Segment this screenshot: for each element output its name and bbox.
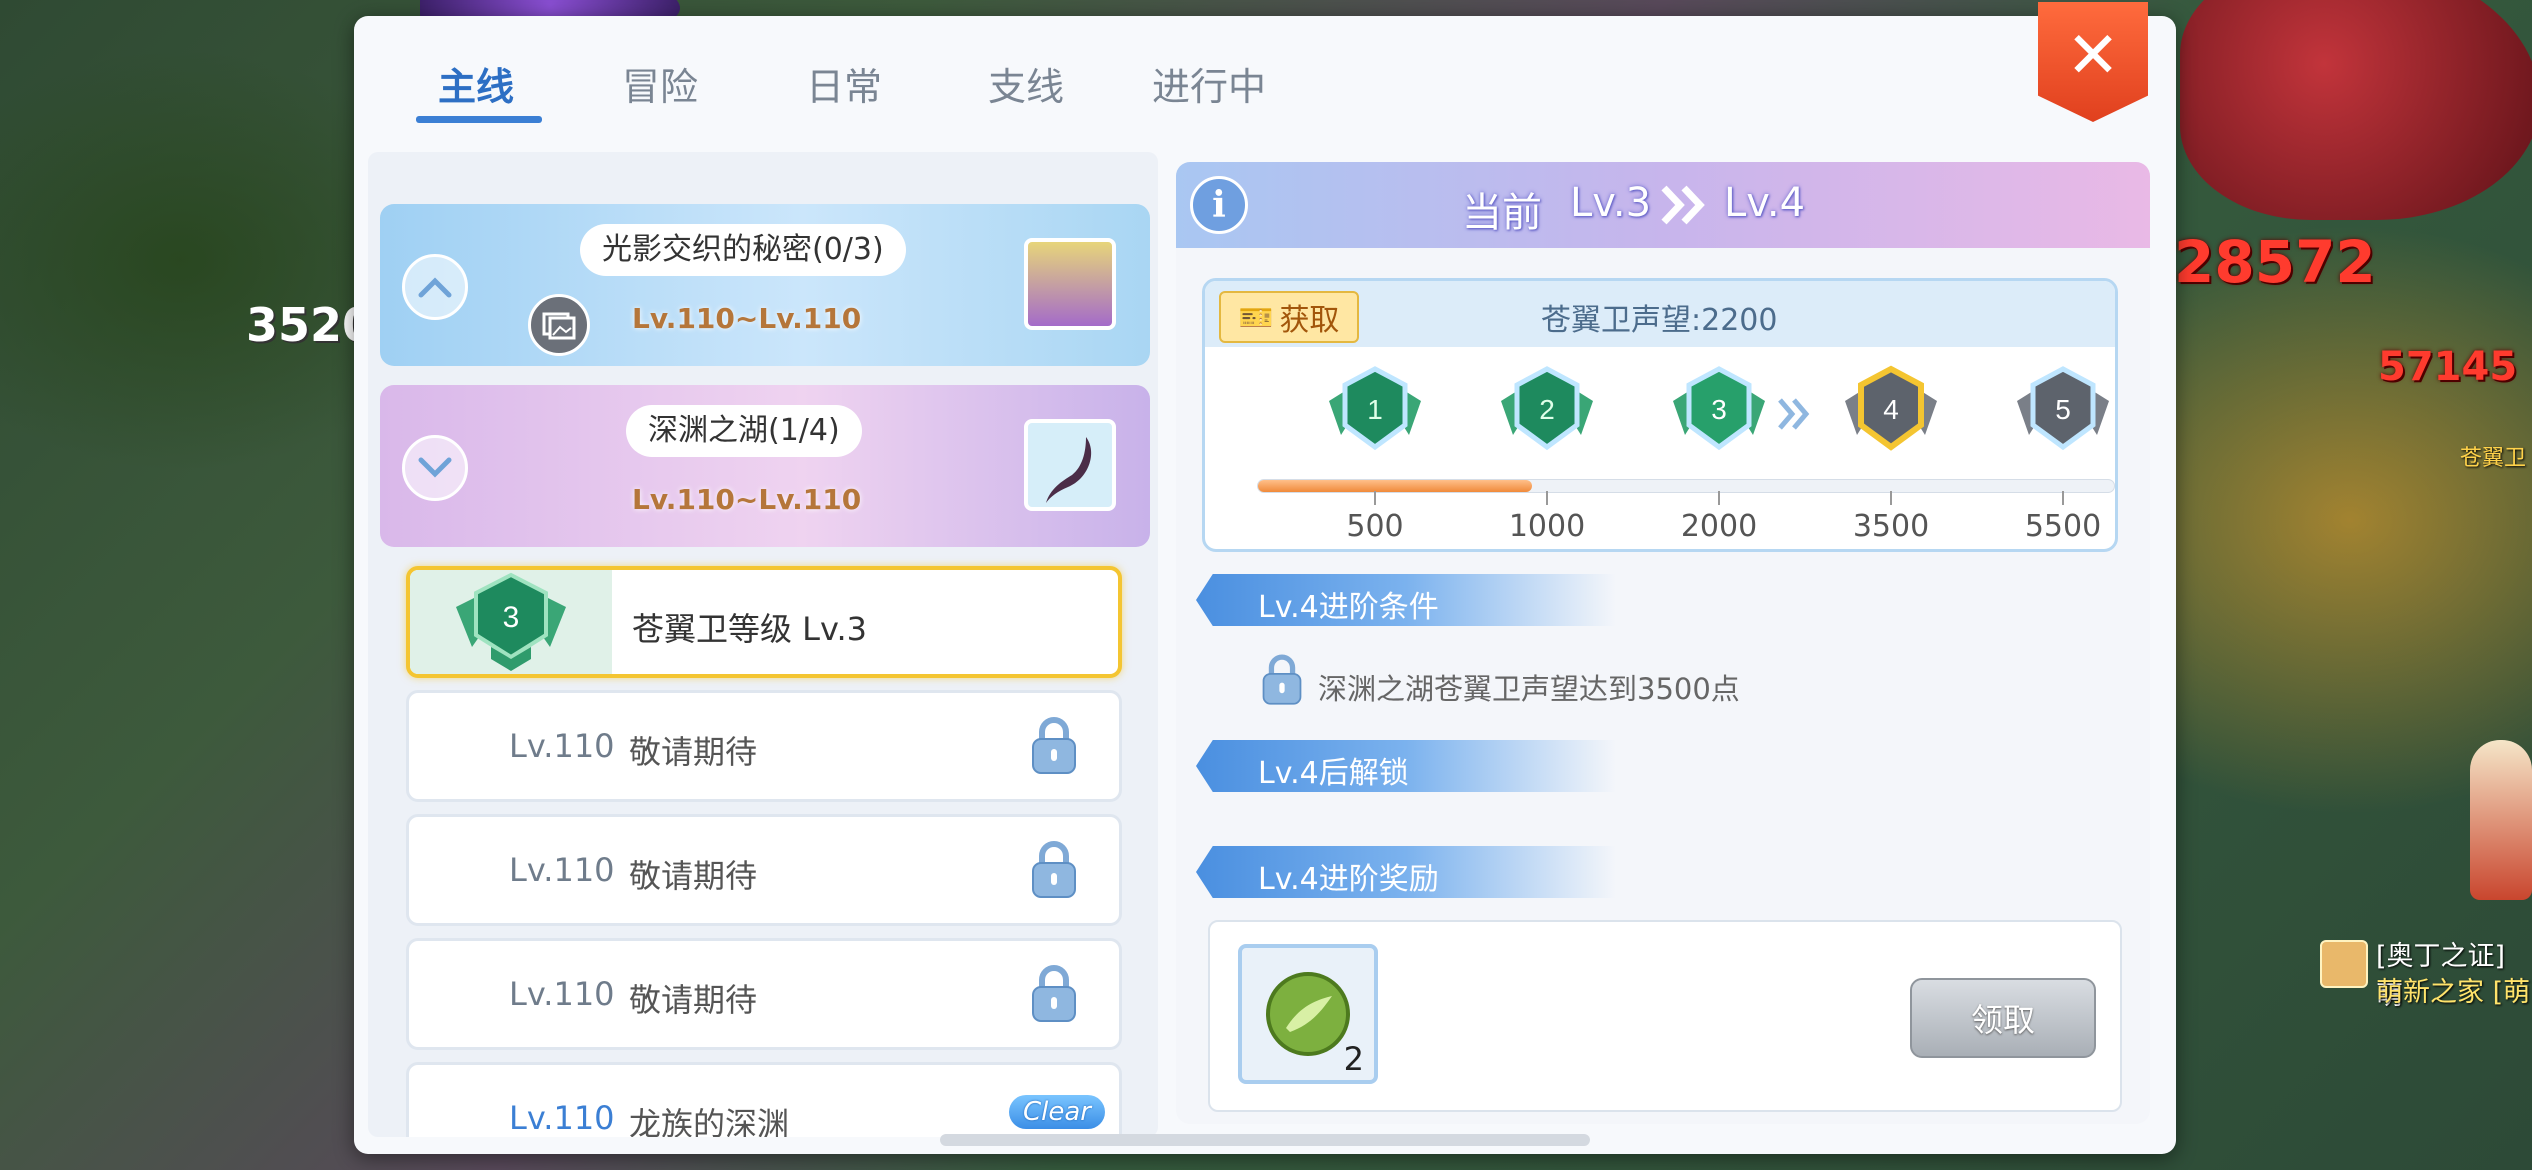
- unlock-section-header: Lv.4后解锁: [1196, 740, 1616, 792]
- quest-name: 敬请期待: [629, 857, 758, 895]
- reward-panel: 2 领取: [1208, 920, 2122, 1112]
- chevron-down-icon[interactable]: [402, 435, 468, 501]
- lock-icon: [1260, 652, 1304, 712]
- tick: [1374, 491, 1376, 505]
- tick: [1546, 491, 1548, 505]
- quest-name: 敬请期待: [629, 981, 758, 1019]
- quest-row-locked[interactable]: Lv.110 敬请期待: [406, 938, 1122, 1050]
- double-chevron-icon: [1660, 184, 1710, 230]
- reputation-progress-bar: [1257, 479, 2115, 493]
- leaf-orb-icon: [1266, 972, 1350, 1056]
- reward-item-slot[interactable]: 2: [1238, 944, 1378, 1084]
- quest-level: Lv.110: [509, 727, 615, 765]
- rank-5-icon[interactable]: 5: [2011, 361, 2115, 471]
- damage-number-big: 28572: [2174, 228, 2376, 296]
- tab-main[interactable]: 主线: [438, 56, 514, 111]
- chat-line-2[interactable]: 萌新之家 [萌: [2376, 970, 2530, 1009]
- rank-1-icon[interactable]: 1: [1323, 361, 1427, 471]
- threshold-1000: 1000: [1508, 509, 1586, 544]
- quest-row-cleared[interactable]: Lv.110 龙族的深渊 Clear: [406, 1062, 1122, 1137]
- svg-text:4: 4: [1883, 394, 1899, 425]
- lock-icon: [1029, 715, 1079, 781]
- chapter-card-secrets[interactable]: 光影交织的秘密(0/3) Lv.110~Lv.110: [380, 204, 1150, 366]
- quest-row-selected[interactable]: 3 苍翼卫等级 Lv.3: [406, 566, 1122, 678]
- quest-title: 苍翼卫等级 Lv.3: [632, 610, 867, 648]
- quest-row-locked[interactable]: Lv.110 敬请期待: [406, 690, 1122, 802]
- claim-button[interactable]: 领取: [1910, 978, 2096, 1058]
- quest-panel: 主线 冒险 日常 支线 进行中 ✕ 光影交织的秘密(0/3) Lv.110~Lv…: [354, 2, 2176, 1154]
- svg-text:2: 2: [1539, 394, 1555, 425]
- tab-adventure[interactable]: 冒险: [622, 56, 698, 111]
- rank-4-icon[interactable]: 4: [1839, 361, 1943, 471]
- reward-section-header: Lv.4进阶奖励: [1196, 846, 1616, 898]
- condition-text: 深渊之湖苍翼卫声望达到3500点: [1318, 672, 1740, 706]
- chat-avatar[interactable]: [2320, 940, 2368, 988]
- quest-detail-column: i 当前 Lv.3 Lv.4 🎫 获取 苍翼卫声望:2200 1 2 3 4 5…: [1176, 162, 2150, 1124]
- info-icon[interactable]: i: [1190, 176, 1248, 234]
- tab-daily[interactable]: 日常: [806, 56, 882, 111]
- quest-name: 敬请期待: [629, 733, 758, 771]
- get-label: 获取: [1279, 303, 1340, 338]
- chevron-right-icon: [1777, 397, 1813, 435]
- threshold-2000: 2000: [1680, 509, 1758, 544]
- chapter-card-abyss-lake[interactable]: 深渊之湖(1/4) Lv.110~Lv.110: [380, 385, 1150, 547]
- reputation-progress-fill: [1258, 480, 1532, 492]
- reward-section-title: Lv.4进阶奖励: [1258, 862, 1439, 897]
- svg-text:3: 3: [503, 601, 520, 634]
- tick: [1890, 491, 1892, 505]
- clear-badge: Clear: [1009, 1095, 1105, 1129]
- quest-level: Lv.110: [509, 851, 615, 889]
- condition-section-title: Lv.4进阶条件: [1258, 590, 1439, 625]
- quest-name: 龙族的深渊: [629, 1105, 790, 1137]
- active-tab-indicator: [416, 116, 542, 123]
- to-level: Lv.4: [1724, 180, 1806, 226]
- tab-side[interactable]: 支线: [988, 56, 1064, 111]
- close-icon: ✕: [2066, 19, 2120, 93]
- current-label: 当前: [1462, 190, 1542, 236]
- get-reputation-button[interactable]: 🎫 获取: [1219, 291, 1359, 343]
- tick: [2062, 491, 2064, 505]
- threshold-3500: 3500: [1852, 509, 1930, 544]
- level-header: i 当前 Lv.3 Lv.4: [1176, 162, 2150, 248]
- gallery-icon[interactable]: [528, 294, 590, 356]
- svg-text:3: 3: [1711, 394, 1727, 425]
- lock-icon: [1029, 839, 1079, 905]
- tab-bar: 主线 冒险 日常 支线 进行中: [354, 16, 2176, 156]
- damage-number-small: 57145: [2378, 344, 2518, 390]
- unlock-section-title: Lv.4后解锁: [1258, 756, 1409, 791]
- npc-name-label: 苍翼卫: [2460, 446, 2527, 471]
- character-sprite: [2470, 740, 2532, 900]
- from-level: Lv.3: [1570, 180, 1652, 226]
- tick: [1718, 491, 1720, 505]
- quest-level: Lv.110: [509, 1099, 615, 1137]
- threshold-500: 500: [1346, 509, 1404, 544]
- reward-quantity: 2: [1343, 1040, 1364, 1078]
- condition-section-header: Lv.4进阶条件: [1196, 574, 1616, 626]
- chapter-portrait-icon: [1024, 238, 1116, 330]
- chapter-level-range: Lv.110~Lv.110: [632, 483, 862, 516]
- reputation-panel: 🎫 获取 苍翼卫声望:2200 1 2 3 4 5 500 1000 2000 …: [1202, 278, 2118, 552]
- rank-badge-icon: 3: [410, 570, 612, 674]
- chapter-portrait-icon: [1024, 419, 1116, 511]
- chapter-title: 光影交织的秘密(0/3): [580, 224, 906, 276]
- reputation-value: 苍翼卫声望:2200: [1541, 303, 1778, 338]
- svg-text:1: 1: [1367, 394, 1383, 425]
- quest-level: Lv.110: [509, 975, 615, 1013]
- red-dragon-monster: [2180, 0, 2532, 220]
- tab-in-progress[interactable]: 进行中: [1152, 56, 1266, 111]
- chapter-title: 深渊之湖(1/4): [626, 405, 862, 457]
- threshold-5500: 5500: [2024, 509, 2102, 544]
- quest-list-column: 光影交织的秘密(0/3) Lv.110~Lv.110 深渊之湖(1/4) Lv.…: [368, 152, 1158, 1137]
- rank-2-icon[interactable]: 2: [1495, 361, 1599, 471]
- svg-text:5: 5: [2055, 394, 2071, 425]
- rank-3-icon[interactable]: 3: [1667, 361, 1771, 471]
- chapter-level-range: Lv.110~Lv.110: [632, 302, 862, 335]
- chevron-up-icon[interactable]: [402, 254, 468, 320]
- quest-row-locked[interactable]: Lv.110 敬请期待: [406, 814, 1122, 926]
- ticket-icon: 🎫: [1238, 300, 1274, 334]
- scrollbar[interactable]: [940, 1134, 1590, 1146]
- lock-icon: [1029, 963, 1079, 1029]
